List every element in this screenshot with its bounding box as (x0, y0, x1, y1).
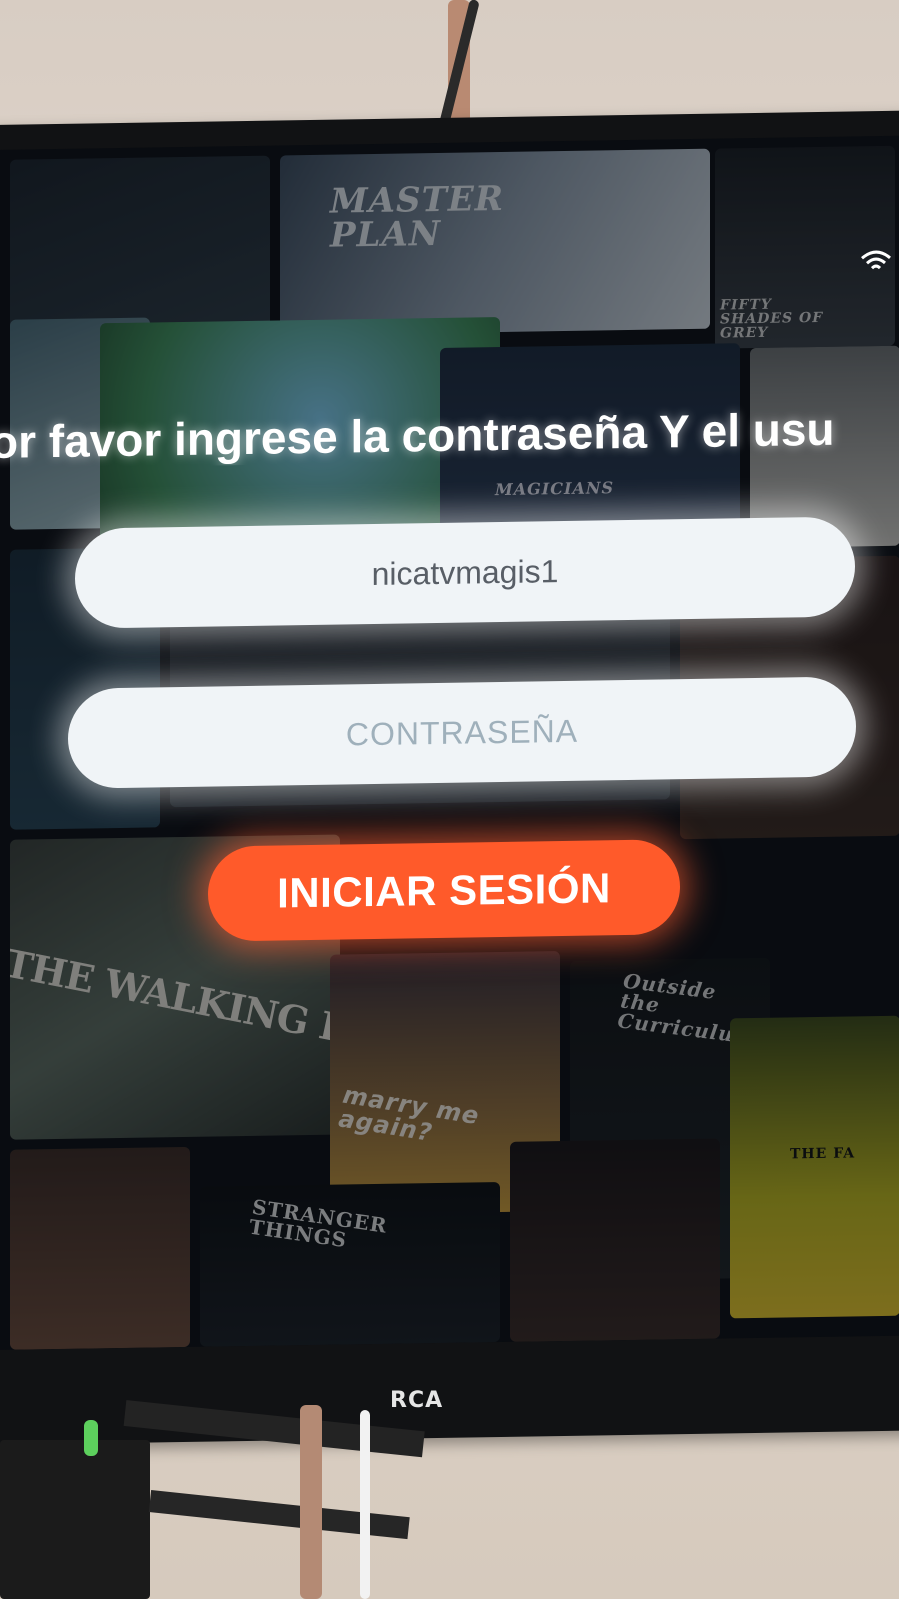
cable-copper (300, 1405, 322, 1599)
cable-green (84, 1420, 98, 1456)
password-field[interactable]: CONTRASEÑA (68, 676, 856, 789)
username-field[interactable]: nicatvmagis1 (75, 516, 855, 629)
wifi-icon (861, 250, 891, 270)
tv-brand-logo: RCA (390, 1388, 444, 1413)
password-placeholder: CONTRASEÑA (345, 712, 579, 752)
tv-screen: MASTER PLAN FIFTY SHADES OF GREY MAGICIA… (0, 135, 899, 1350)
login-button[interactable]: INICIAR SESIÓN (208, 839, 680, 942)
cable-white (360, 1410, 370, 1599)
username-value: nicatvmagis1 (371, 552, 559, 592)
router-shelf (0, 1440, 150, 1599)
